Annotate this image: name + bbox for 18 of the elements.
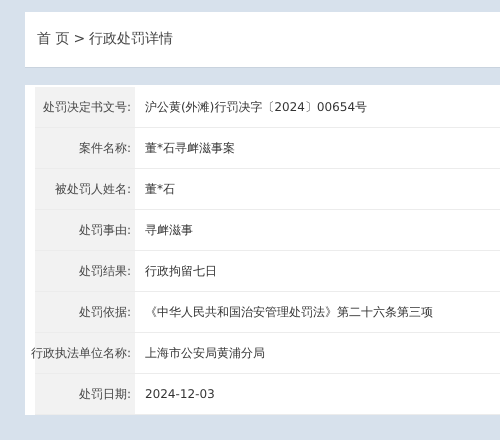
field-value: 董*石寻衅滋事案	[144, 140, 235, 157]
field-label: 被处罚人姓名:	[35, 169, 135, 209]
breadcrumb-separator: >	[73, 30, 86, 49]
field-value: 沪公黄(外滩)行罚决字〔2024〕00654号	[144, 99, 368, 116]
field-value: 2024-12-03	[144, 386, 215, 403]
field-label: 处罚决定书文号:	[35, 87, 135, 127]
breadcrumb-current: 行政处罚详情	[89, 30, 174, 49]
field-label: 处罚依据:	[35, 292, 135, 332]
field-label: 处罚事由:	[35, 210, 135, 250]
home-link[interactable]: 首 页	[37, 29, 70, 50]
field-value: 行政拘留七日	[144, 263, 217, 280]
field-value: 董*石	[144, 181, 175, 198]
field-label: 处罚结果:	[35, 251, 135, 291]
field-value: 《中华人民共和国治安管理处罚法》第二十六条第三项	[144, 304, 433, 321]
field-value: 上海市公安局黄浦分局	[144, 345, 265, 362]
field-value: 寻衅滋事	[144, 222, 193, 239]
field-label: 案件名称:	[35, 128, 135, 168]
field-label: 处罚日期:	[35, 374, 135, 414]
